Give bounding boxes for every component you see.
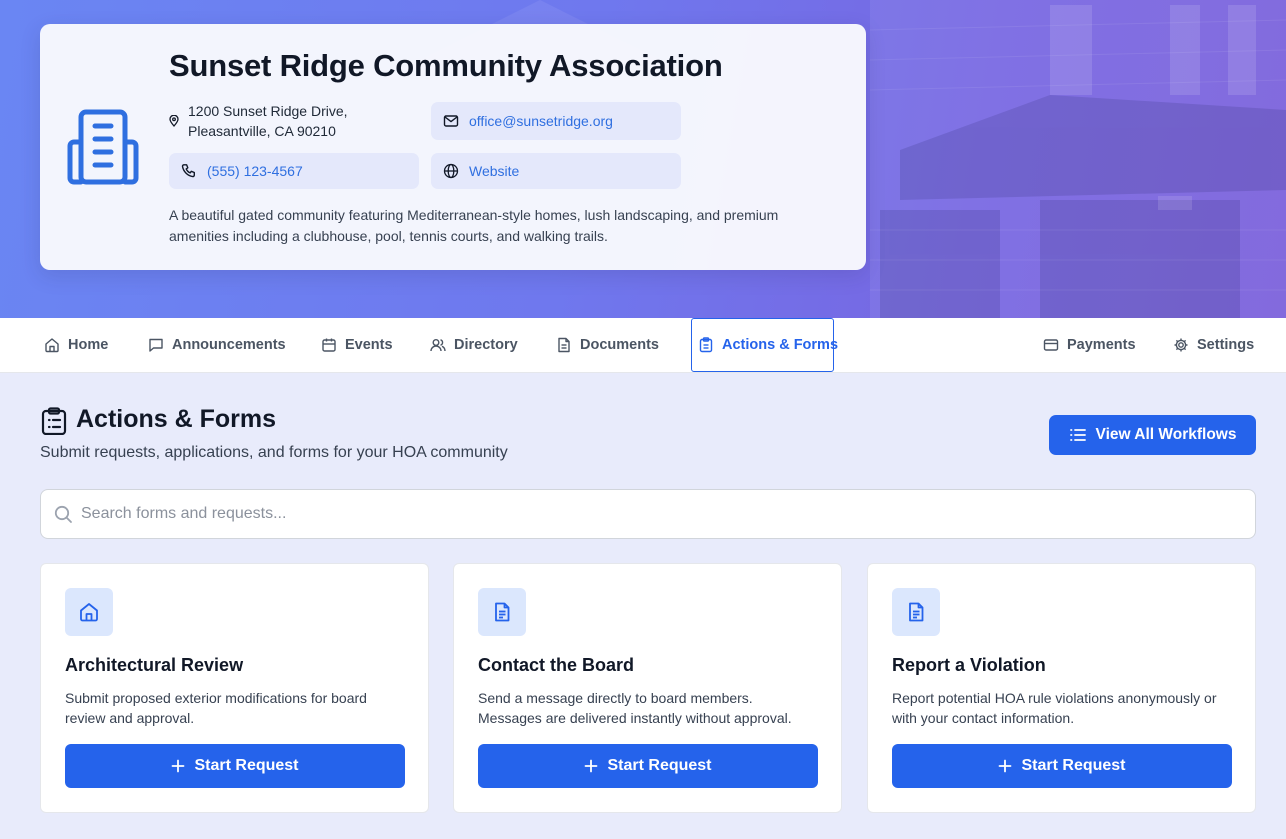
tab-label: Home xyxy=(68,336,109,353)
tab-home[interactable]: Home xyxy=(44,318,108,371)
card-icon-box xyxy=(478,588,526,636)
start-request-label: Start Request xyxy=(1021,757,1126,774)
message-icon xyxy=(149,338,163,352)
gear-icon xyxy=(1174,338,1188,351)
start-request-button[interactable]: Start Request xyxy=(892,744,1232,788)
tab-label: Documents xyxy=(580,336,659,353)
plus-icon xyxy=(585,759,598,773)
tab-label: Events xyxy=(345,336,393,353)
card-description: Report potential HOA rule violations ano… xyxy=(892,690,1217,726)
tab-label: Payments xyxy=(1067,336,1136,353)
search-input[interactable] xyxy=(81,490,1241,538)
email-text: office@sunsetridge.org xyxy=(469,113,613,129)
credit-card-icon xyxy=(1043,338,1059,351)
tab-settings[interactable]: Settings xyxy=(1173,318,1254,371)
tab-events[interactable]: Events xyxy=(321,318,393,371)
calendar-icon xyxy=(322,338,336,352)
card-title: Report a Violation xyxy=(892,655,1046,675)
phone-text: (555) 123-4567 xyxy=(207,163,303,179)
address-line-1: 1200 Sunset Ridge Drive, xyxy=(188,103,348,119)
home-icon xyxy=(80,603,98,622)
address-line-2: Pleasantville, CA 90210 xyxy=(188,123,336,139)
card-description: Submit proposed exterior modifications f… xyxy=(65,690,367,726)
email-link[interactable]: office@sunsetridge.org xyxy=(431,102,681,140)
document-icon xyxy=(909,602,924,622)
tab-label: Directory xyxy=(454,336,518,353)
form-card-report-violation: Report a Violation Report potential HOA … xyxy=(867,563,1256,813)
start-request-label: Start Request xyxy=(607,757,712,774)
home-icon xyxy=(45,337,59,352)
clipboard-icon xyxy=(699,337,713,353)
view-all-workflows-label: View All Workflows xyxy=(1095,426,1237,443)
organization-name: Sunset Ridge Community Association xyxy=(169,48,723,83)
tab-documents[interactable]: Documents xyxy=(556,318,659,371)
search-bar xyxy=(40,489,1256,539)
tab-announcements[interactable]: Announcements xyxy=(148,318,286,371)
start-request-label: Start Request xyxy=(194,757,299,774)
website-text: Website xyxy=(469,163,520,179)
page-title: Actions & Forms xyxy=(76,405,277,433)
document-icon xyxy=(495,602,510,622)
tab-actions-forms[interactable]: Actions & Forms xyxy=(691,318,838,372)
card-description: Send a message directly to board members… xyxy=(478,690,792,726)
plus-icon xyxy=(172,759,185,773)
tab-label: Actions & Forms xyxy=(722,337,839,353)
address: 1200 Sunset Ridge Drive, Pleasantville, … xyxy=(169,101,348,141)
map-pin-icon xyxy=(169,115,179,127)
card-icon-box xyxy=(892,588,940,636)
document-icon xyxy=(558,337,570,352)
globe-icon xyxy=(443,163,459,179)
main-navigation: Home Announcements Events Directory Docu… xyxy=(0,318,1286,373)
start-request-button[interactable]: Start Request xyxy=(478,744,818,788)
phone-link[interactable]: (555) 123-4567 xyxy=(169,153,419,189)
clipboard-icon xyxy=(41,407,67,435)
tab-payments[interactable]: Payments xyxy=(1043,318,1136,371)
form-card-contact-board: Contact the Board Send a message directl… xyxy=(453,563,842,813)
website-link[interactable]: Website xyxy=(431,153,681,189)
tab-directory[interactable]: Directory xyxy=(430,318,518,371)
mail-icon xyxy=(443,115,459,127)
plus-icon xyxy=(999,759,1012,773)
view-all-workflows-button[interactable]: View All Workflows xyxy=(1049,415,1256,455)
page-subtitle: Submit requests, applications, and forms… xyxy=(40,444,508,461)
users-icon xyxy=(430,338,446,351)
card-title: Contact the Board xyxy=(478,655,635,675)
list-icon xyxy=(1069,429,1086,441)
phone-icon xyxy=(181,164,196,178)
tab-label: Announcements xyxy=(172,336,286,353)
building-icon xyxy=(67,109,139,185)
tab-label: Settings xyxy=(1197,336,1255,353)
community-description: A beautiful gated community featuring Me… xyxy=(169,207,779,244)
card-icon-box xyxy=(65,588,113,636)
start-request-button[interactable]: Start Request xyxy=(65,744,405,788)
card-title: Architectural Review xyxy=(65,655,244,675)
form-card-architectural-review: Architectural Review Submit proposed ext… xyxy=(40,563,429,813)
hero-banner: Sunset Ridge Community Association 1200 … xyxy=(0,0,1286,318)
search-icon xyxy=(54,505,72,523)
